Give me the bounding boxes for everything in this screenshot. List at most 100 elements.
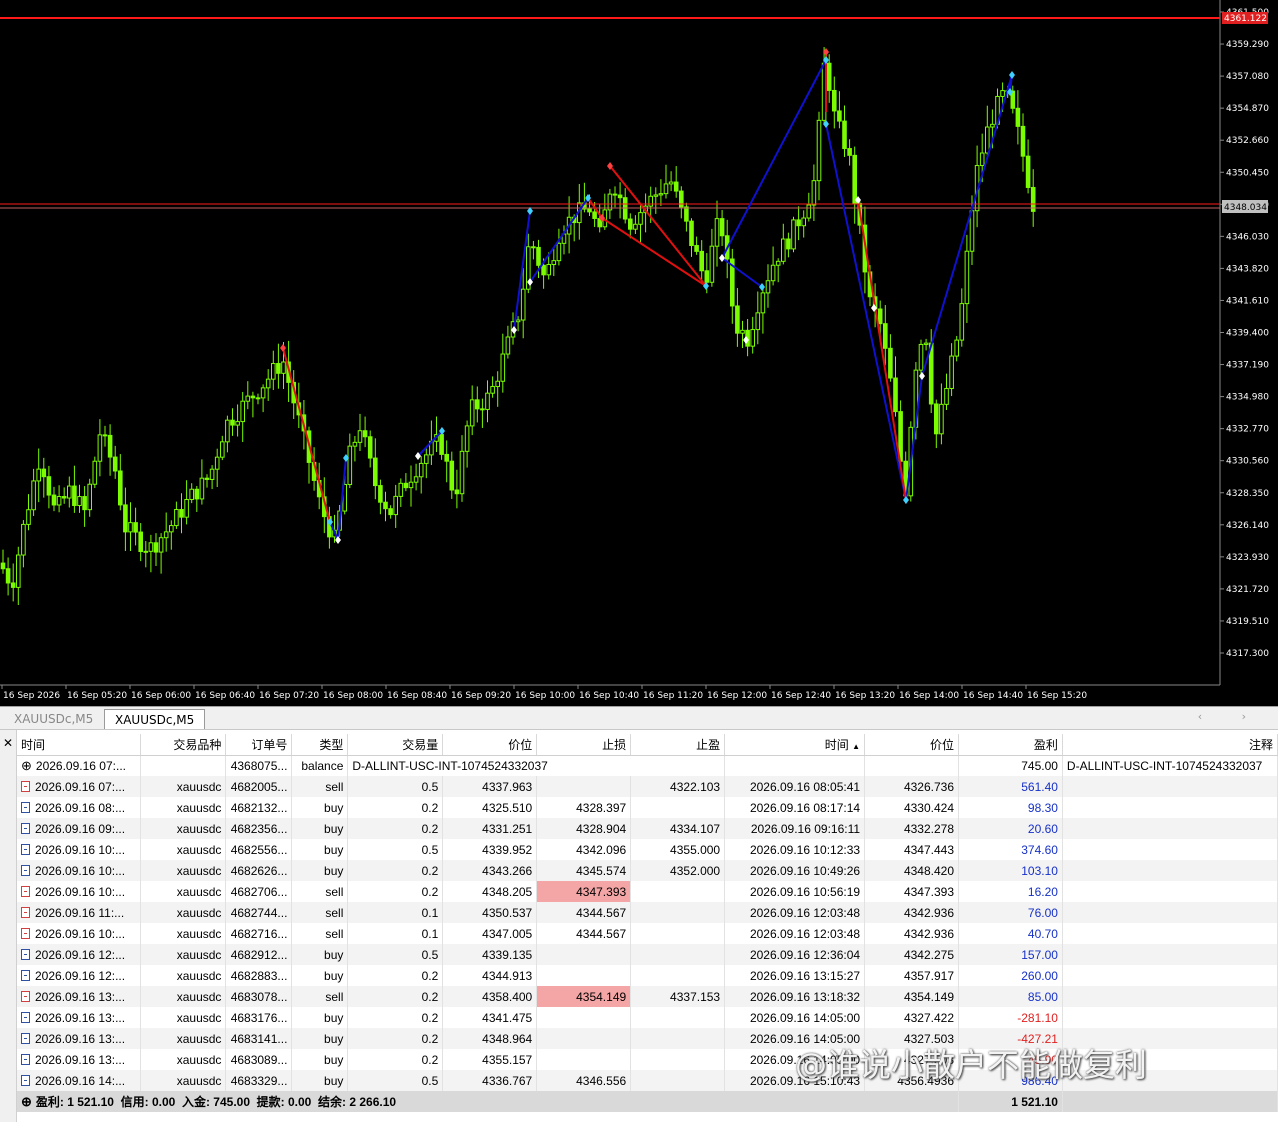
time-tick-label: 16 Sep 10:40 [579, 691, 639, 701]
col-header-profit[interactable]: 盈利 [958, 734, 1063, 756]
trade-marker [759, 283, 765, 291]
col-header-sl[interactable]: 止损 [536, 734, 632, 756]
row-time: 2026.09.16 13:... [35, 1052, 126, 1067]
price-tick-label: 4328.350 [1226, 489, 1269, 499]
cell-profit: 374.60 [958, 839, 1063, 860]
col-header-close-time[interactable]: 时间 ▲ [724, 734, 866, 756]
tab-scroll-arrows-icon[interactable]: ‹ › [1198, 710, 1264, 723]
candle-body [877, 308, 883, 325]
col-header-tp[interactable]: 止盈 [630, 734, 726, 756]
candle-body [240, 400, 245, 423]
candle-body [801, 217, 807, 227]
price-chart[interactable]: 4361.5004359.2904357.0804354.8704352.660… [0, 0, 1278, 706]
cell-symbol: xauusdc [140, 818, 227, 839]
cell-order: 4683176... [225, 1007, 293, 1028]
col-header-order[interactable]: 订单号 [225, 734, 293, 756]
table-row[interactable]: 2026.09.16 09:... xauusdc 4682356... buy 0.2… [17, 818, 1278, 839]
candle-body [271, 363, 276, 380]
candle-body [235, 421, 240, 426]
cell-volume: 0.5 [347, 839, 444, 860]
cell-tp [630, 923, 726, 944]
candle-body [628, 218, 633, 230]
cell-sl: 4346.556 [536, 1070, 632, 1091]
cell-time: 2026.09.16 11:... [17, 902, 142, 923]
candle-body [617, 194, 623, 199]
price-tick-label: 4339.400 [1226, 329, 1269, 339]
cell-type: buy [291, 965, 349, 986]
cell-symbol: xauusdc [140, 860, 227, 881]
cell-volume: 0.2 [347, 797, 444, 818]
cell-close_price: 4342.275 [864, 944, 960, 965]
table-header-row: 时间 交易品种 订单号 类型 交易量 价位 止损 止盈 时间 ▲ 价位 盈利 注… [17, 734, 1278, 756]
summary-empty [1062, 1091, 1278, 1112]
cell-type: buy [291, 818, 349, 839]
buy-order-icon [21, 948, 30, 960]
table-row[interactable]: 2026.09.16 07:... xauusdc 4682005... sell 0.… [17, 776, 1278, 797]
candle-body [964, 250, 970, 305]
candle-body [832, 89, 837, 112]
table-row[interactable]: 2026.09.16 08:... xauusdc 4682132... buy 0.2… [17, 797, 1278, 818]
cell-time: 2026.09.16 12:... [17, 965, 142, 986]
cell-sl: 4345.574 [536, 860, 632, 881]
candle-body [46, 476, 52, 496]
col-header-close-price[interactable]: 价位 [864, 734, 960, 756]
current-price-label: 4348.034 [1224, 203, 1267, 213]
table-row[interactable]: 2026.09.16 13:... xauusdc 4683176... buy 0.2… [17, 1007, 1278, 1028]
candle-body [133, 522, 138, 533]
cell-symbol: xauusdc [140, 1028, 227, 1049]
price-tick-label: 4357.080 [1226, 72, 1269, 82]
candle-body [276, 363, 281, 374]
candle-body [709, 245, 715, 283]
table-row[interactable]: 2026.09.16 12:... xauusdc 4682912... buy 0.5… [17, 944, 1278, 965]
col-header-type[interactable]: 类型 [291, 734, 349, 756]
candle-body [806, 204, 812, 219]
table-row[interactable]: 2026.09.16 11:... xauusdc 4682744... sell 0.… [17, 902, 1278, 923]
cell-order: 4682716... [225, 923, 293, 944]
candle-body [184, 499, 189, 518]
col-header-volume[interactable]: 交易量 [347, 734, 444, 756]
time-tick-label: 16 Sep 11:20 [643, 691, 703, 701]
cell-close_time: 2026.09.16 12:03:48 [724, 902, 866, 923]
table-row[interactable]: 2026.09.16 12:... xauusdc 4682883... buy 0.2… [17, 965, 1278, 986]
cell-sl: 4344.567 [536, 923, 632, 944]
terminal-close-strip: ✕ [0, 730, 17, 1122]
cell-price: 4358.400 [442, 986, 538, 1007]
table-row[interactable]: 2026.09.16 10:... xauusdc 4682716... sell 0.… [17, 923, 1278, 944]
candle-body [979, 152, 985, 167]
candle-body [51, 494, 57, 506]
buy-order-icon [21, 1074, 30, 1086]
col-header-symbol[interactable]: 交易品种 [140, 734, 227, 756]
cell-close_time: 2026.09.16 14:05:00 [724, 1007, 866, 1028]
balance-row[interactable]: ⊕ 2026.09.16 07:... 4368075... balance D-… [17, 755, 1278, 776]
price-tick-label: 4341.610 [1226, 296, 1269, 306]
cell-order: 4682912... [225, 944, 293, 965]
cell-tp: 4352.000 [630, 860, 726, 881]
cell-symbol: xauusdc [140, 776, 227, 797]
chart-tab-2-active[interactable]: XAUUSDc,M5 [104, 709, 206, 729]
table-row[interactable]: 2026.09.16 10:... xauusdc 4682706... sell 0.… [17, 881, 1278, 902]
buy-trade-line [721, 59, 827, 259]
candle-body [31, 480, 36, 511]
buy-order-icon [21, 864, 30, 876]
table-row[interactable]: 2026.09.16 10:... xauusdc 4682626... buy 0.2… [17, 860, 1278, 881]
table-row[interactable]: 2026.09.16 13:... xauusdc 4683078... sell 0.… [17, 986, 1278, 1007]
chart-tab-1[interactable]: XAUUSDc,M5 [4, 709, 103, 729]
price-tick-label: 4350.450 [1226, 168, 1269, 178]
row-time: 2026.09.16 10:... [35, 926, 126, 941]
sell-order-icon [21, 927, 30, 939]
col-header-comment[interactable]: 注释 [1062, 734, 1278, 756]
col-header-time[interactable]: 时间 [17, 734, 142, 756]
close-icon[interactable]: ✕ [3, 736, 13, 750]
candle-body [515, 319, 521, 323]
table-row[interactable]: 2026.09.16 10:... xauusdc 4682556... buy 0.5… [17, 839, 1278, 860]
cell-comment [1062, 839, 1278, 860]
cell-close_price: 4347.443 [864, 839, 960, 860]
candle-body [128, 522, 133, 533]
cell-sl [536, 965, 632, 986]
cell-comment [1062, 818, 1278, 839]
candle-body [668, 181, 674, 185]
col-header-price[interactable]: 价位 [442, 734, 538, 756]
candle-body [638, 212, 643, 225]
candle-body [791, 219, 796, 250]
cell-order: 4683089... [225, 1049, 293, 1070]
